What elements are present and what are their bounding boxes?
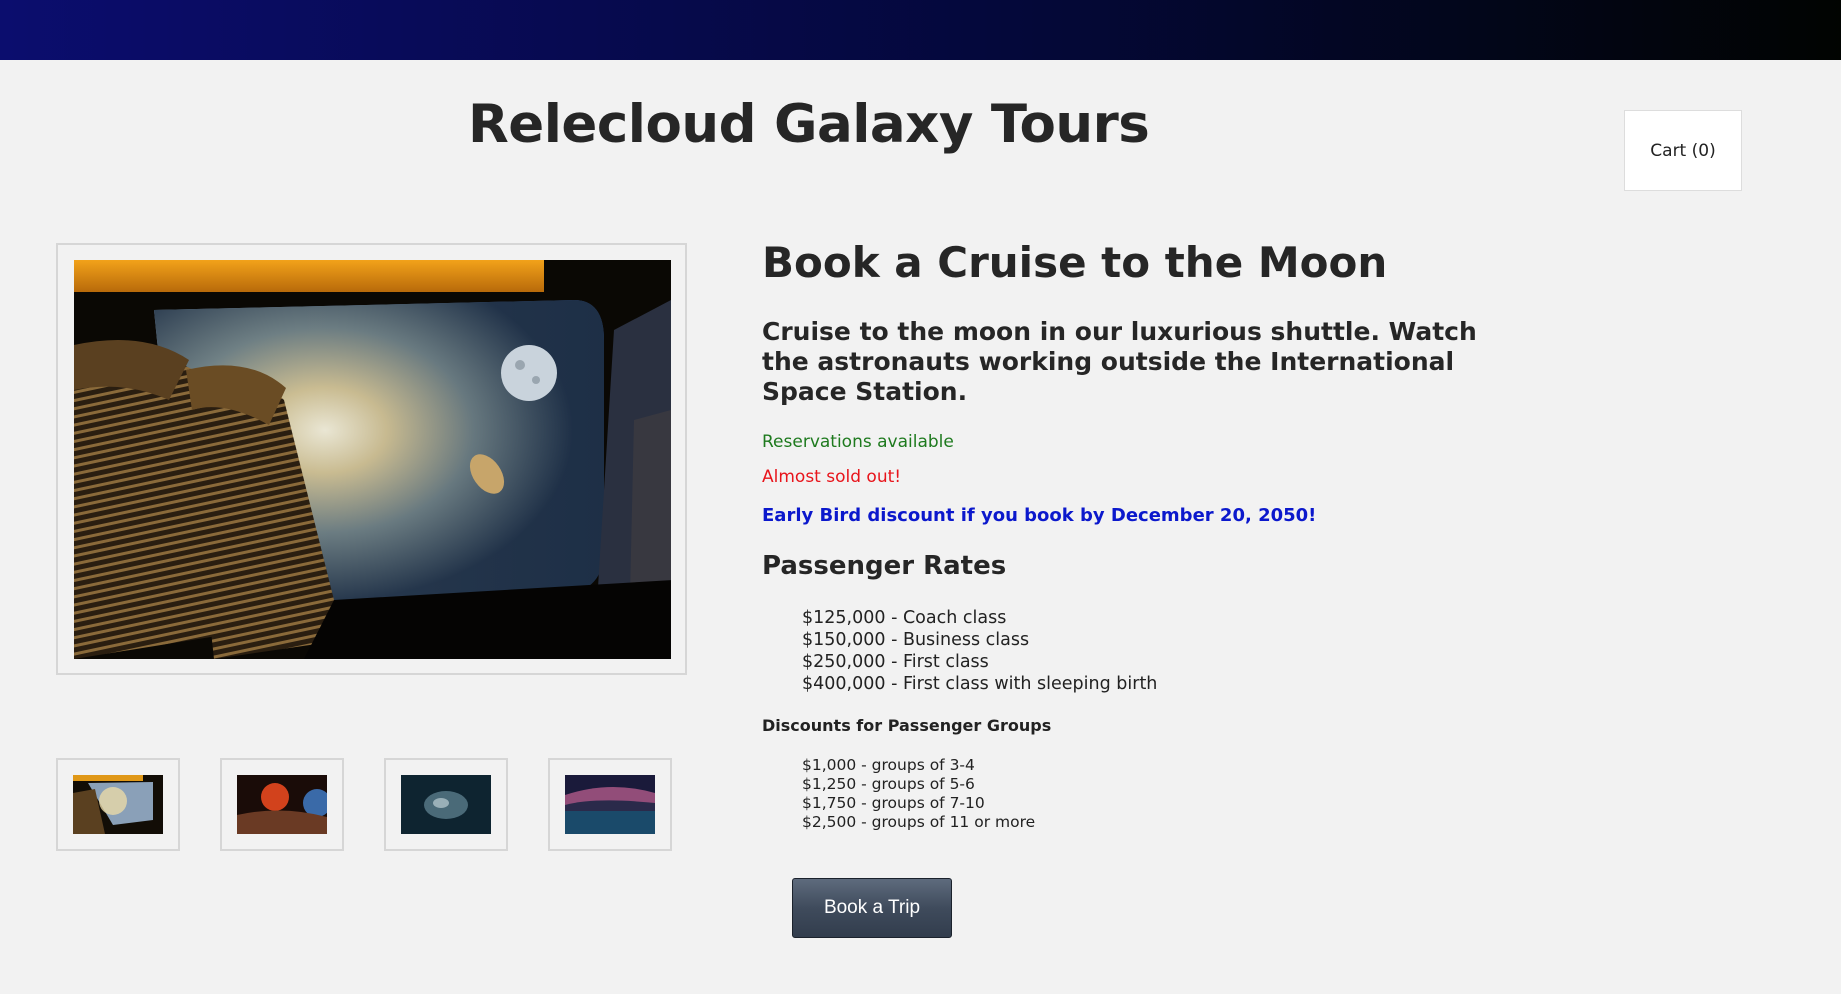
status-sold-out: Almost sold out!: [762, 467, 902, 487]
discount-item: $2,500 - groups of 11 or more: [802, 813, 1036, 831]
thumbnail-4[interactable]: [548, 758, 672, 851]
site-title: Relecloud Galaxy Tours: [468, 94, 1150, 155]
book-trip-button[interactable]: Book a Trip: [792, 878, 952, 938]
rate-item: $125,000 - Coach class: [802, 608, 1007, 628]
passenger-rates-heading: Passenger Rates: [762, 551, 1007, 581]
discount-item: $1,250 - groups of 5-6: [802, 775, 975, 793]
early-bird-notice: Early Bird discount if you book by Decem…: [762, 505, 1317, 526]
main-image: [74, 260, 671, 659]
asteroid-ship-thumb: [401, 775, 491, 834]
discount-item: $1,750 - groups of 7-10: [802, 794, 985, 812]
thumbnail-2[interactable]: [220, 758, 344, 851]
thumbnail-1[interactable]: [56, 758, 180, 851]
moon-shuttle-cabin-image: [74, 260, 671, 659]
rate-item: $150,000 - Business class: [802, 630, 1030, 650]
main-image-frame: [56, 243, 687, 675]
tour-description: Cruise to the moon in our luxurious shut…: [762, 317, 1477, 406]
rate-item: $250,000 - First class: [802, 652, 989, 672]
red-planet-surface-thumb: [237, 775, 327, 834]
alien-lake-nebula-thumb: [565, 775, 655, 834]
tour-title: Book a Cruise to the Moon: [762, 238, 1388, 287]
cart-button[interactable]: Cart (0): [1624, 110, 1742, 191]
group-discounts-heading: Discounts for Passenger Groups: [762, 716, 1052, 735]
passenger-rates-list: $125,000 - Coach class $150,000 - Busine…: [802, 607, 1157, 695]
top-banner: [0, 0, 1841, 60]
thumbnail-3[interactable]: [384, 758, 508, 851]
group-discounts-list: $1,000 - groups of 3-4 $1,250 - groups o…: [802, 756, 1035, 832]
status-available: Reservations available: [762, 432, 954, 452]
rate-item: $400,000 - First class with sleeping bir…: [802, 674, 1158, 694]
moon-shuttle-cabin-thumb: [73, 775, 163, 834]
discount-item: $1,000 - groups of 3-4: [802, 756, 975, 774]
